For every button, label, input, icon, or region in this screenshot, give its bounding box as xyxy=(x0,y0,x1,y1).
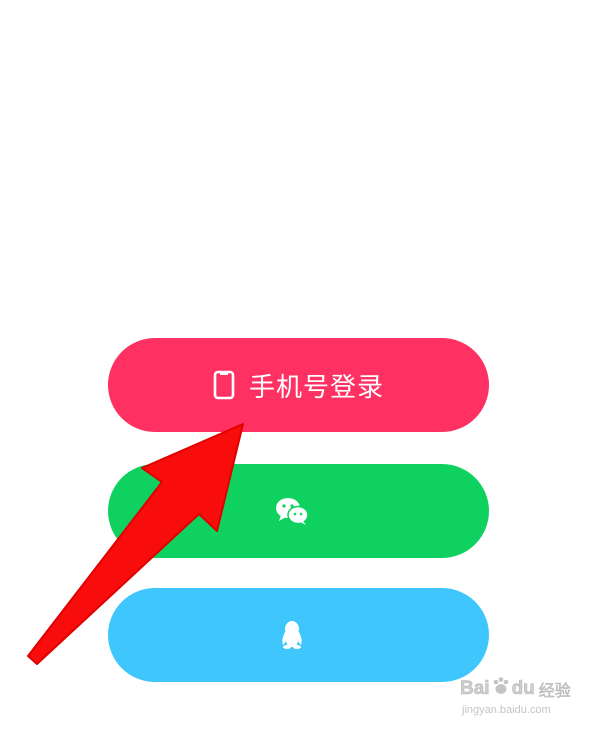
wechat-login-content xyxy=(275,497,323,525)
qq-icon xyxy=(279,620,305,650)
wechat-icon xyxy=(275,497,309,525)
phone-login-label: 手机号登录 xyxy=(248,372,384,403)
phone-login-button[interactable]: 手机号登录 xyxy=(108,338,489,432)
login-screen: 手机号登录 xyxy=(0,0,602,730)
phone-login-content: 手机号登录 xyxy=(213,367,384,404)
wechat-login-button[interactable] xyxy=(108,464,489,558)
qq-login-button[interactable] xyxy=(108,588,489,682)
phone-icon xyxy=(213,370,235,400)
qq-login-content xyxy=(279,620,319,650)
